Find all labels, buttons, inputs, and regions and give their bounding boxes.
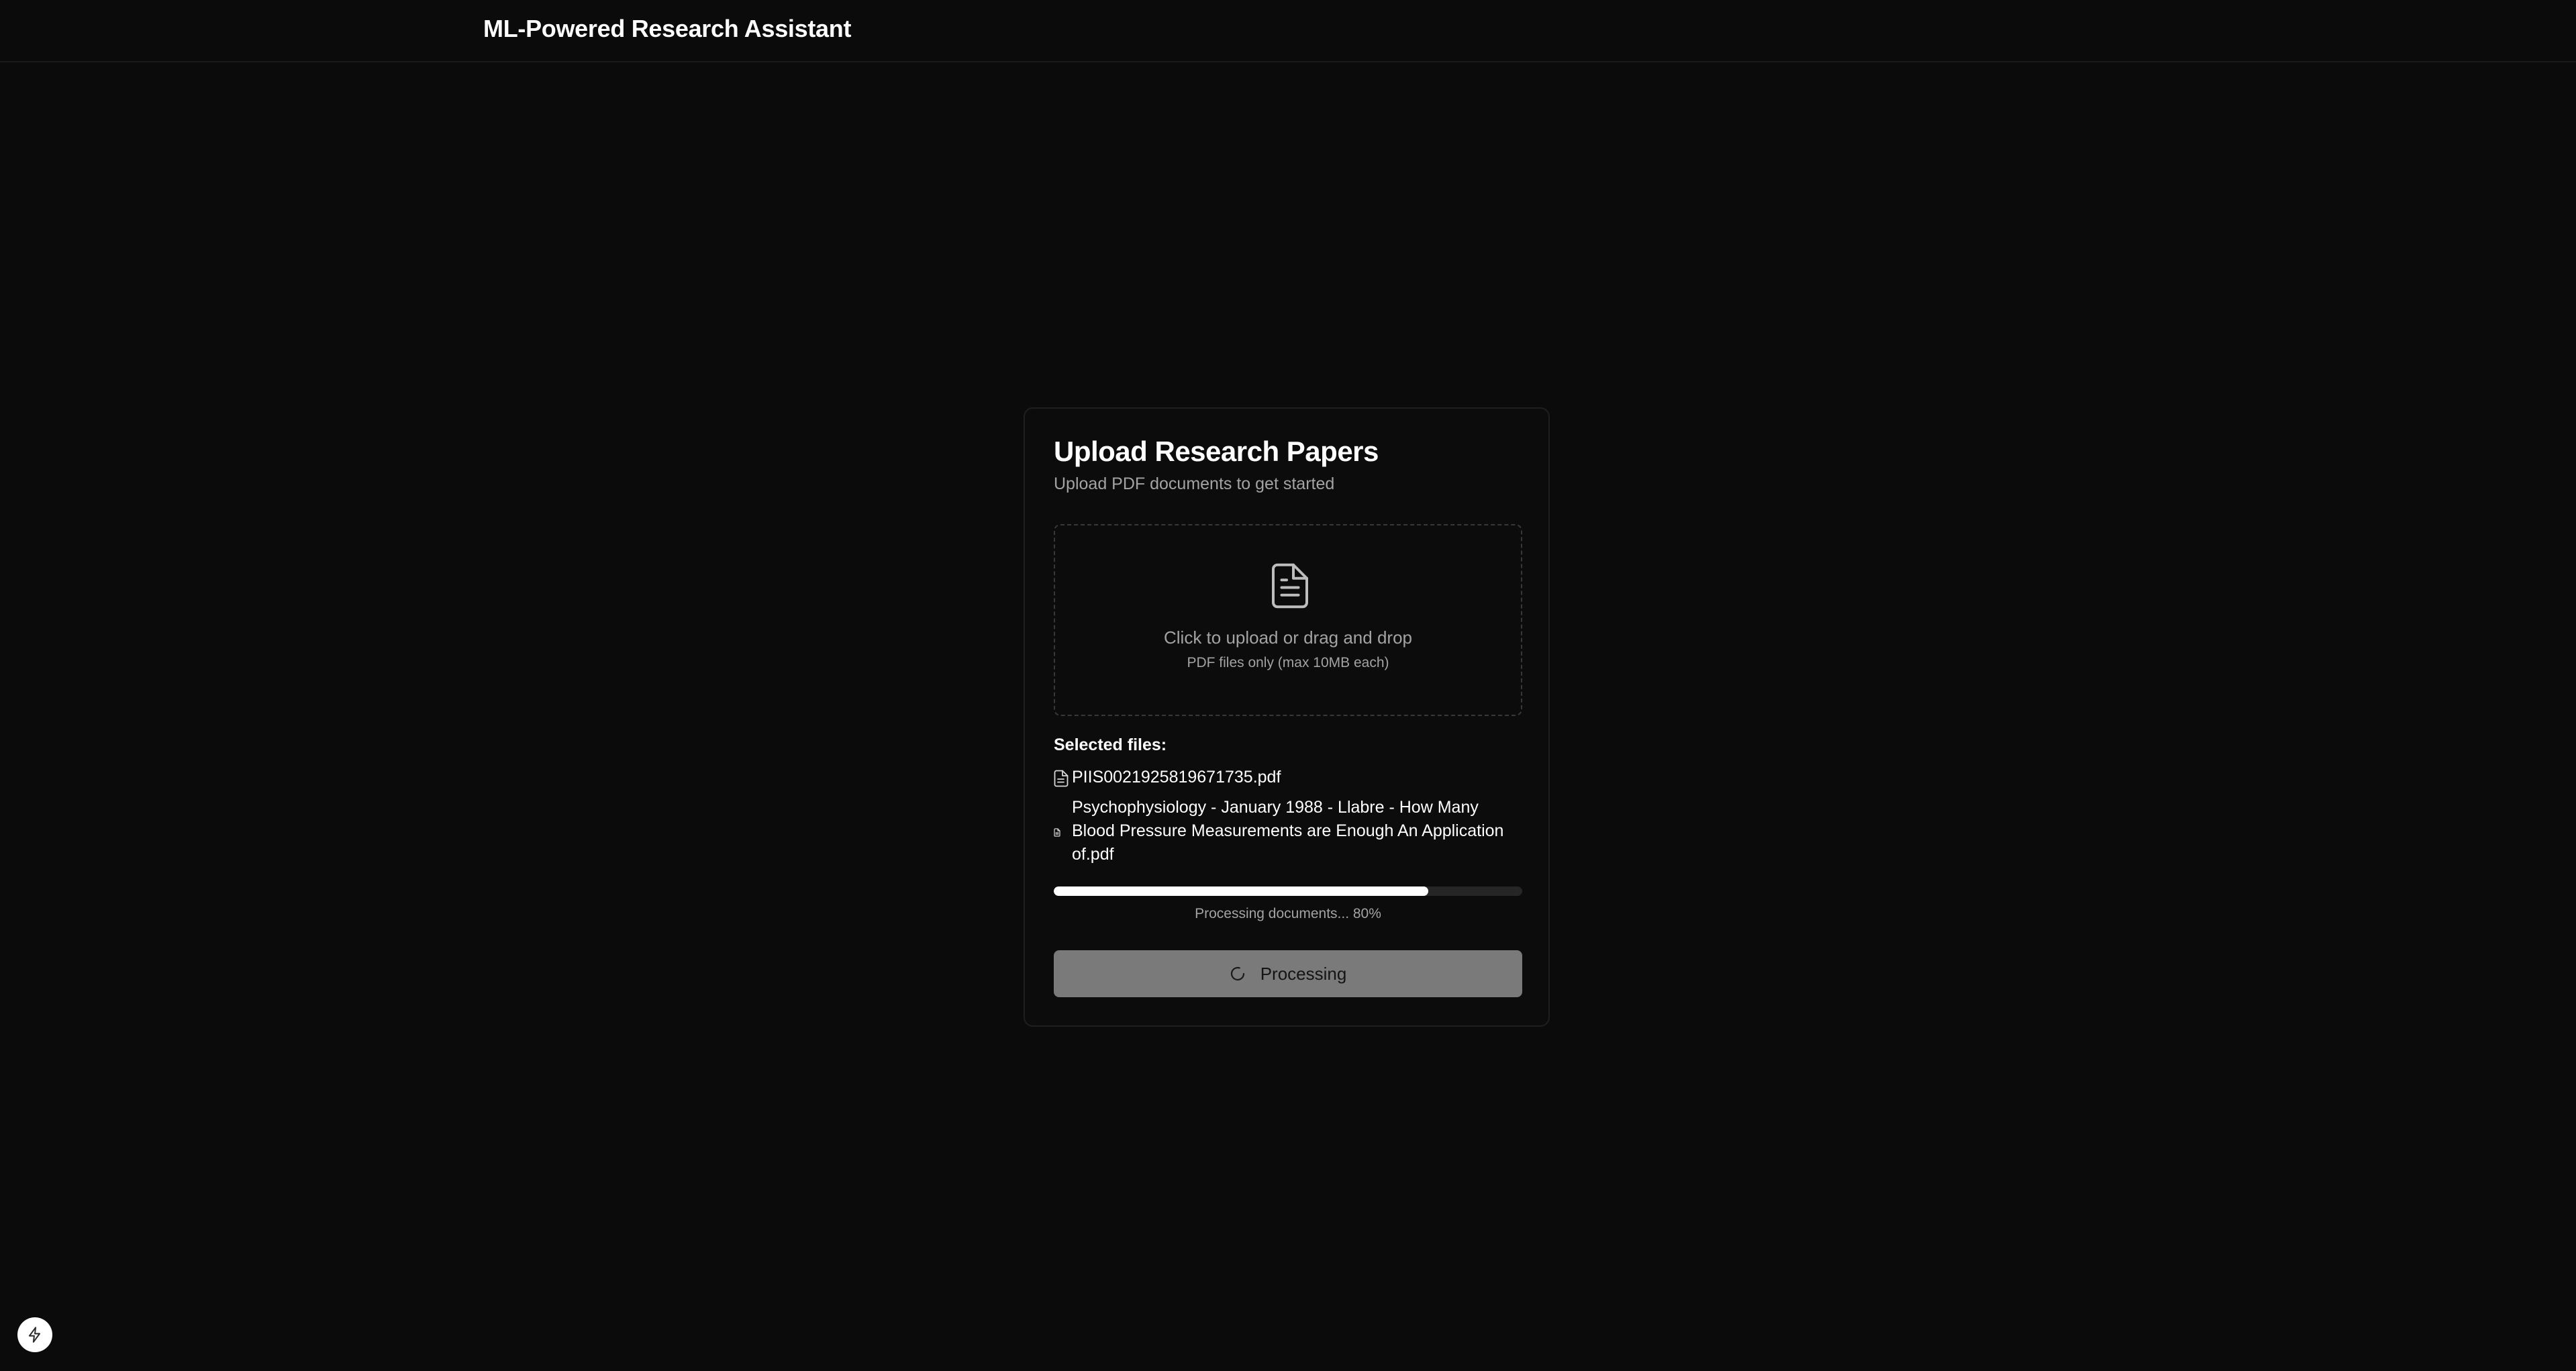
selected-files-label: Selected files: [1054,735,1167,754]
file-list-item: Psychophysiology - January 1988 - Llabre… [1054,796,1524,870]
file-name: Psychophysiology - January 1988 - Llabre… [1072,798,1504,864]
file-icon [1054,828,1060,837]
app-title: ML-Powered Research Assistant [483,15,852,42]
top-bar: ML-Powered Research Assistant [0,0,2576,62]
dropzone-instruction: Click to upload or drag and drop [1163,627,1412,648]
upload-card: Upload Research Papers Upload PDF docume… [1024,407,1550,1027]
file-list-item: PIIS0021925819671735.pdf [1054,766,1524,790]
progress-status-text: Processing documents... 80% [1195,906,1381,921]
button-label: Processing [1260,963,1347,984]
dropzone-hint: PDF files only (max 10MB each) [1187,655,1389,670]
file-name: PIIS0021925819671735.pdf [1072,768,1281,786]
spinner-icon [1230,966,1244,981]
progress-bar [1054,886,1522,896]
file-text-icon [1272,563,1308,609]
lightning-badge[interactable] [17,1317,52,1352]
processing-button[interactable]: Processing [1054,950,1522,997]
upload-dropzone[interactable]: Click to upload or drag and drop PDF fil… [1054,524,1522,716]
card-subtitle: Upload PDF documents to get started [1054,474,1335,493]
progress-bar-fill [1054,886,1429,896]
file-icon [1054,770,1069,787]
lightning-icon [28,1327,41,1343]
card-title: Upload Research Papers [1054,436,1379,467]
